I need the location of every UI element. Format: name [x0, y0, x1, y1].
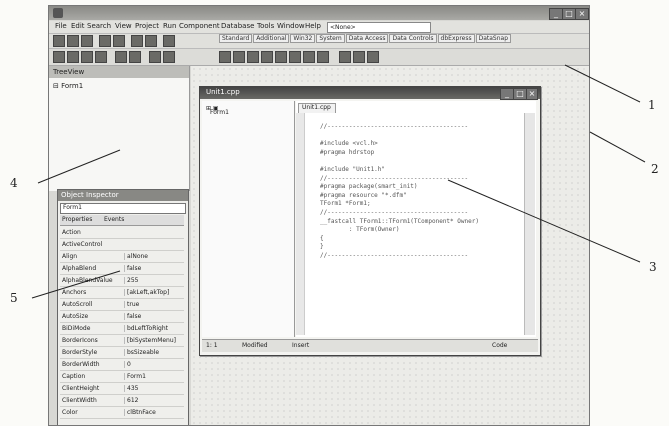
callout-label-5: 5 — [10, 291, 18, 305]
callout-line-1 — [564, 64, 641, 103]
callout-label-4: 4 — [10, 176, 18, 190]
callout-line-5 — [31, 270, 121, 299]
callout-label-1: 1 — [648, 98, 656, 112]
callout-line-2 — [589, 131, 646, 163]
callout-label-3: 3 — [649, 260, 657, 274]
callout-lines — [31, 64, 646, 299]
callout-line-4 — [37, 149, 121, 184]
callout-label-2: 2 — [651, 162, 659, 176]
callout-line-3 — [447, 179, 641, 263]
